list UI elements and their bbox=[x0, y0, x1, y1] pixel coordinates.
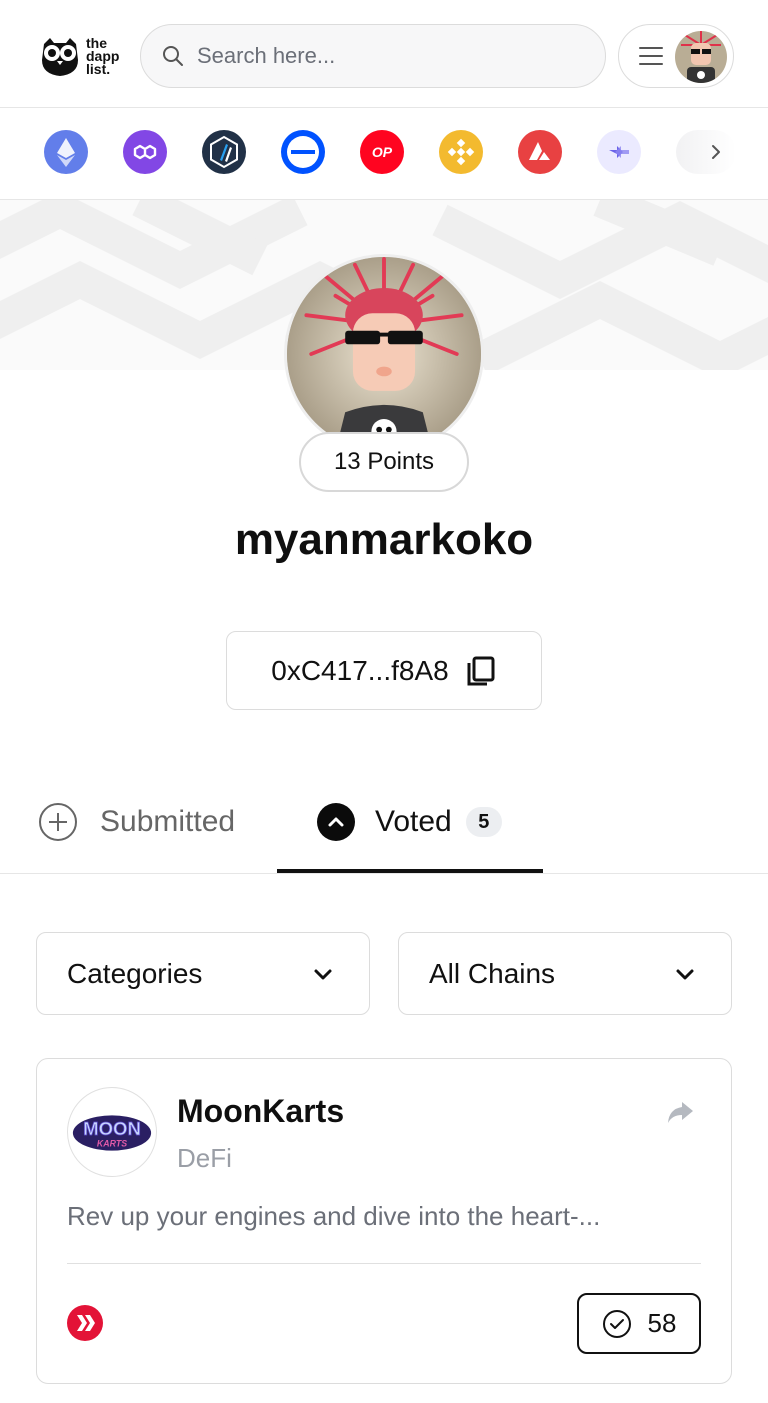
owl-logo-icon bbox=[42, 38, 78, 76]
arbitrum-icon bbox=[202, 130, 246, 174]
chains-dropdown-label: All Chains bbox=[429, 957, 556, 989]
tab-voted-label: Voted bbox=[375, 805, 452, 838]
optimism-icon: OP bbox=[360, 130, 404, 174]
chain-bridge[interactable] bbox=[597, 130, 641, 174]
svg-text:MOON: MOON bbox=[83, 1118, 141, 1139]
wallet-address: 0xC417...f8A8 bbox=[271, 654, 449, 686]
tab-submitted-label: Submitted bbox=[100, 805, 236, 838]
top-header: the dapp list. bbox=[0, 0, 768, 108]
logo-text: the dapp list. bbox=[86, 36, 119, 77]
chain-optimism[interactable]: OP bbox=[360, 130, 404, 174]
active-tab-indicator bbox=[277, 869, 543, 873]
profile-tabs: Submitted Voted 5 bbox=[0, 770, 768, 874]
bridge-arrows-icon bbox=[597, 130, 641, 174]
chains-dropdown[interactable]: All Chains bbox=[398, 932, 732, 1015]
profile-avatar bbox=[284, 254, 484, 454]
tab-submitted[interactable]: Submitted bbox=[38, 770, 235, 874]
search-bar[interactable] bbox=[140, 24, 606, 88]
dapplist-logo[interactable]: the dapp list. bbox=[38, 30, 130, 82]
account-menu-button[interactable] bbox=[618, 24, 734, 88]
categories-dropdown-label: Categories bbox=[67, 957, 203, 989]
avalanche-icon bbox=[518, 130, 562, 174]
ethereum-icon bbox=[44, 130, 88, 174]
hive-chain-icon bbox=[67, 1305, 103, 1341]
profile-username: myanmarkoko bbox=[234, 515, 534, 564]
chain-base[interactable] bbox=[281, 130, 325, 174]
dapp-title[interactable]: MoonKarts bbox=[177, 1093, 344, 1130]
svg-text:OP: OP bbox=[372, 144, 393, 160]
chain-arbitrum[interactable] bbox=[202, 130, 246, 174]
chain-polygon[interactable] bbox=[123, 130, 167, 174]
check-circle-icon bbox=[602, 1309, 631, 1338]
vote-button[interactable]: 58 bbox=[577, 1293, 701, 1354]
dapp-card[interactable]: MOON KARTS MoonKarts DeFi Rev up your en… bbox=[36, 1058, 732, 1384]
search-icon bbox=[163, 46, 183, 66]
logo-word-3: list. bbox=[86, 60, 111, 77]
base-icon bbox=[281, 130, 325, 174]
upvote-circle-icon bbox=[317, 803, 355, 841]
chain-ethereum[interactable] bbox=[44, 130, 88, 174]
user-avatar-small bbox=[675, 31, 727, 83]
card-divider bbox=[67, 1263, 701, 1264]
chain-selector-bar: OP bbox=[0, 108, 768, 200]
dapp-logo: MOON KARTS bbox=[67, 1087, 157, 1177]
chevron-down-icon bbox=[314, 969, 332, 980]
share-icon[interactable] bbox=[665, 1097, 695, 1127]
copy-icon[interactable] bbox=[463, 654, 497, 688]
dapp-category: DeFi bbox=[177, 1143, 232, 1173]
plus-circle-icon bbox=[39, 803, 77, 841]
dapp-description: Rev up your engines and dive into the he… bbox=[67, 1201, 601, 1231]
categories-dropdown[interactable]: Categories bbox=[36, 932, 370, 1015]
tab-voted[interactable]: Voted 5 bbox=[317, 770, 502, 874]
hamburger-menu-icon bbox=[639, 47, 663, 65]
wallet-address-box[interactable]: 0xC417...f8A8 bbox=[226, 631, 542, 710]
svg-text:KARTS: KARTS bbox=[97, 1139, 127, 1149]
search-input[interactable] bbox=[197, 43, 577, 69]
chain-bnb[interactable] bbox=[439, 130, 483, 174]
vote-count: 58 bbox=[647, 1308, 677, 1338]
chevron-down-icon bbox=[676, 969, 694, 980]
chevron-right-icon bbox=[712, 145, 720, 159]
voted-count-badge: 5 bbox=[465, 807, 502, 837]
polygon-icon bbox=[123, 130, 167, 174]
points-badge: 13 Points bbox=[299, 432, 469, 492]
chain-avalanche[interactable] bbox=[518, 130, 562, 174]
chain-scroll-next[interactable] bbox=[676, 130, 736, 174]
bnb-icon bbox=[439, 130, 483, 174]
